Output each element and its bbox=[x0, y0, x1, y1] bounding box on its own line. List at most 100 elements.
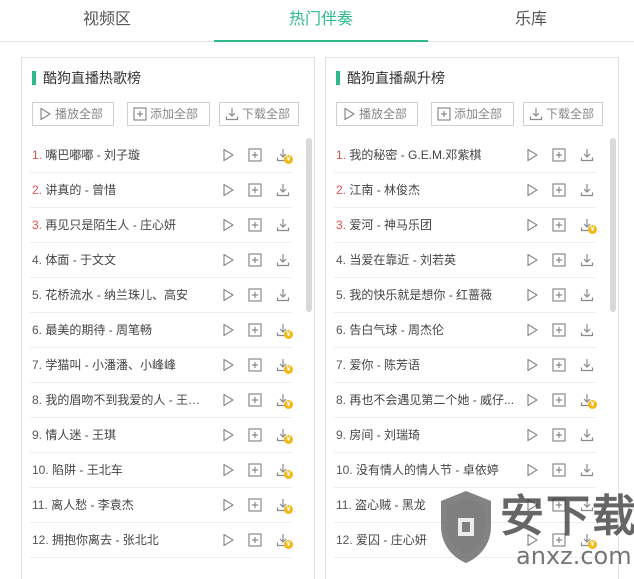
song-title: 2. 江南 - 林俊杰 bbox=[336, 183, 516, 197]
tab-hot-accompaniment[interactable]: 热门伴奏 bbox=[214, 0, 428, 42]
plus-square-icon[interactable] bbox=[248, 183, 262, 197]
song-row[interactable]: 6. 告白气球 - 周杰伦 bbox=[334, 313, 596, 348]
play-icon[interactable] bbox=[525, 323, 539, 337]
plus-square-icon[interactable] bbox=[552, 463, 566, 477]
play-icon[interactable] bbox=[221, 183, 235, 197]
download-icon[interactable] bbox=[580, 428, 594, 442]
download-icon[interactable] bbox=[276, 253, 290, 267]
song-row[interactable]: 11. 离人愁 - 李袁杰 ¥ bbox=[30, 488, 293, 523]
song-title: 8. 再也不会遇见第二个她 - 威仔... bbox=[336, 393, 516, 407]
song-row[interactable]: 9. 情人迷 - 王琪 ¥ bbox=[30, 418, 293, 453]
download-icon[interactable] bbox=[580, 148, 594, 162]
song-row[interactable]: 4. 体面 - 于文文 bbox=[30, 243, 292, 278]
play-icon[interactable] bbox=[525, 183, 539, 197]
play-icon[interactable] bbox=[221, 393, 235, 407]
scrollbar[interactable] bbox=[306, 138, 312, 312]
scrollbar[interactable] bbox=[610, 138, 616, 312]
song-row[interactable]: 10. 陷阱 - 王北车 ¥ bbox=[30, 453, 293, 488]
plus-square-icon[interactable] bbox=[552, 323, 566, 337]
song-row[interactable]: 12. 拥抱你离去 - 张北北 ¥ bbox=[30, 523, 293, 558]
add-all-button[interactable]: 添加全部 bbox=[431, 102, 514, 126]
play-icon[interactable] bbox=[221, 358, 235, 372]
play-icon[interactable] bbox=[525, 218, 539, 232]
download-icon[interactable] bbox=[580, 323, 594, 337]
song-title-text: 没有情人的情人节 - 卓依婷 bbox=[356, 463, 499, 477]
play-icon[interactable] bbox=[221, 288, 235, 302]
tab-video-zone[interactable]: 视频区 bbox=[0, 0, 214, 42]
download-icon[interactable] bbox=[580, 288, 594, 302]
song-row[interactable]: 6. 最美的期待 - 周笔畅 ¥ bbox=[30, 313, 293, 348]
song-row[interactable]: 3. 再见只是陌生人 - 庄心妍 bbox=[30, 208, 292, 243]
watermark: 安下载 anxz.com bbox=[420, 478, 634, 579]
song-row[interactable]: 4. 当爱在靠近 - 刘若英 bbox=[334, 243, 596, 278]
play-icon[interactable] bbox=[221, 533, 235, 547]
song-row[interactable]: 1. 我的秘密 - G.E.M.邓紫棋 bbox=[334, 138, 596, 173]
song-row[interactable]: 2. 讲真的 - 曾惜 bbox=[30, 173, 292, 208]
play-icon[interactable] bbox=[525, 428, 539, 442]
song-row[interactable]: 7. 学猫叫 - 小潘潘、小峰峰 ¥ bbox=[30, 348, 293, 383]
plus-square-icon[interactable] bbox=[552, 428, 566, 442]
download-icon[interactable] bbox=[276, 288, 290, 302]
play-icon[interactable] bbox=[221, 498, 235, 512]
download-icon[interactable] bbox=[580, 358, 594, 372]
plus-square-icon[interactable] bbox=[248, 498, 262, 512]
song-row[interactable]: 9. 房间 - 刘瑞琦 bbox=[334, 418, 596, 453]
song-rank: 5. bbox=[336, 288, 347, 302]
play-all-button[interactable]: 播放全部 bbox=[336, 102, 418, 126]
download-all-label: 下载全部 bbox=[242, 107, 291, 121]
song-row[interactable]: 1. 嘴巴嘟嘟 - 刘子璇 ¥ bbox=[30, 138, 293, 173]
download-icon[interactable] bbox=[276, 218, 290, 232]
download-icon[interactable] bbox=[580, 183, 594, 197]
play-icon[interactable] bbox=[221, 148, 235, 162]
plus-square-icon[interactable] bbox=[248, 218, 262, 232]
play-icon[interactable] bbox=[221, 323, 235, 337]
plus-square-icon[interactable] bbox=[552, 183, 566, 197]
song-rank: 10. bbox=[336, 463, 353, 477]
play-icon[interactable] bbox=[221, 428, 235, 442]
play-icon[interactable] bbox=[221, 463, 235, 477]
song-row[interactable]: 3. 爱河 - 神马乐团 ¥ bbox=[334, 208, 597, 243]
song-row[interactable]: 7. 爱你 - 陈芳语 bbox=[334, 348, 596, 383]
plus-square-icon[interactable] bbox=[248, 428, 262, 442]
plus-square-icon[interactable] bbox=[248, 288, 262, 302]
song-rank: 6. bbox=[336, 323, 347, 337]
plus-square-icon[interactable] bbox=[248, 358, 262, 372]
plus-square-icon[interactable] bbox=[552, 288, 566, 302]
plus-square-icon[interactable] bbox=[552, 218, 566, 232]
play-icon[interactable] bbox=[525, 148, 539, 162]
play-icon[interactable] bbox=[525, 463, 539, 477]
download-all-button[interactable]: 下载全部 bbox=[219, 102, 299, 126]
plus-square-icon[interactable] bbox=[552, 148, 566, 162]
play-all-button[interactable]: 播放全部 bbox=[32, 102, 114, 126]
plus-square-icon[interactable] bbox=[248, 148, 262, 162]
song-row[interactable]: 8. 再也不会遇见第二个她 - 威仔... ¥ bbox=[334, 383, 597, 418]
play-icon[interactable] bbox=[525, 358, 539, 372]
song-row[interactable]: 8. 我的眉吻不到我爱的人 - 王奕心 ¥ bbox=[30, 383, 293, 418]
song-title: 4. 当爱在靠近 - 刘若英 bbox=[336, 253, 516, 267]
download-icon[interactable] bbox=[276, 183, 290, 197]
tab-music-library[interactable]: 乐库 bbox=[428, 0, 634, 42]
song-title-text: 盗心贼 - 黑龙 bbox=[355, 498, 426, 512]
plus-square-icon[interactable] bbox=[248, 323, 262, 337]
plus-square-icon[interactable] bbox=[552, 393, 566, 407]
download-icon[interactable] bbox=[580, 463, 594, 477]
download-all-button[interactable]: 下载全部 bbox=[523, 102, 603, 126]
plus-square-icon[interactable] bbox=[552, 253, 566, 267]
play-icon[interactable] bbox=[525, 253, 539, 267]
play-icon[interactable] bbox=[221, 253, 235, 267]
song-row[interactable]: 2. 江南 - 林俊杰 bbox=[334, 173, 596, 208]
play-icon[interactable] bbox=[525, 288, 539, 302]
add-all-button[interactable]: 添加全部 bbox=[127, 102, 210, 126]
plus-square-icon[interactable] bbox=[248, 533, 262, 547]
plus-square-icon[interactable] bbox=[248, 463, 262, 477]
song-rank: 5. bbox=[32, 288, 43, 302]
play-icon[interactable] bbox=[221, 218, 235, 232]
download-icon[interactable] bbox=[580, 253, 594, 267]
song-title-text: 爱河 - 神马乐团 bbox=[349, 218, 433, 232]
play-icon[interactable] bbox=[525, 393, 539, 407]
song-row[interactable]: 5. 花桥流水 - 纳兰珠儿、高安 bbox=[30, 278, 292, 313]
plus-square-icon[interactable] bbox=[248, 393, 262, 407]
plus-square-icon[interactable] bbox=[552, 358, 566, 372]
song-row[interactable]: 5. 我的快乐就是想你 - 红蔷薇 bbox=[334, 278, 596, 313]
plus-square-icon[interactable] bbox=[248, 253, 262, 267]
